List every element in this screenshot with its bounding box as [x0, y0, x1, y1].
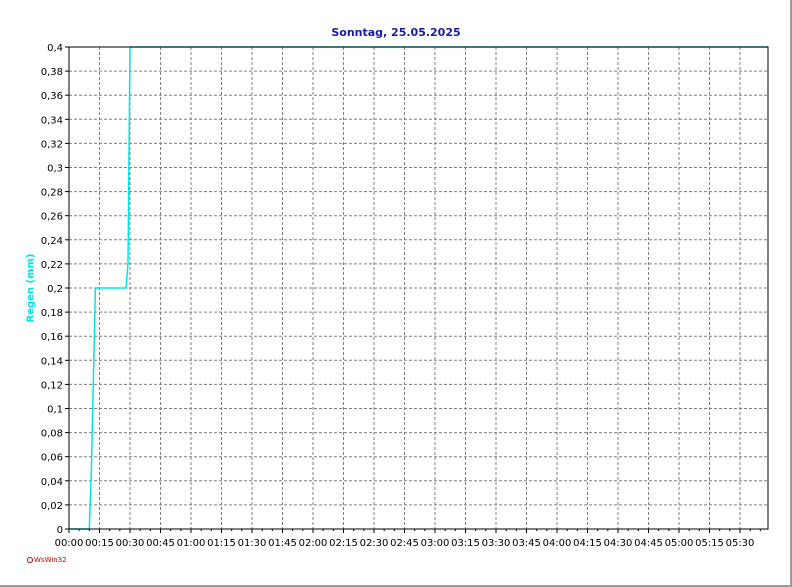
y-tick-label: 0,06 [41, 453, 63, 464]
grid [69, 47, 768, 529]
x-tick-label: 01:00 [177, 538, 206, 549]
x-tick-label: 04:00 [543, 538, 572, 549]
x-tick-label: 01:30 [238, 538, 267, 549]
y-tick-label: 0,22 [41, 260, 63, 271]
y-tick-label: 0,24 [41, 236, 63, 247]
y-tick-label: 0,02 [41, 501, 63, 512]
x-tick-label: 02:15 [329, 538, 358, 549]
x-tick-label: 01:15 [207, 538, 236, 549]
y-tick-label: 0,12 [41, 380, 63, 391]
logo-text: WsWin32 [34, 556, 67, 564]
x-tick-label: 00:45 [146, 538, 175, 549]
x-tick-label: 03:30 [482, 538, 511, 549]
x-tick-label: 00:15 [85, 538, 114, 549]
y-tick-label: 0,2 [47, 284, 63, 295]
x-tick-label: 00:00 [55, 538, 84, 549]
y-tick-label: 0,3 [47, 164, 63, 175]
logo-icon [27, 557, 33, 563]
x-tick-label: 02:00 [299, 538, 328, 549]
y-tick-label: 0,14 [41, 356, 63, 367]
rain-chart: 0 0,02 0,04 0,06 0,08 0,1 0,12 0,14 0,16 0,18 0,2 0… [41, 43, 769, 549]
x-tick-label: 05:15 [695, 538, 724, 549]
y-tick-label: 0,04 [41, 477, 63, 488]
y-tick-label: 0,34 [41, 115, 63, 126]
y-tick-label: 0,36 [41, 91, 63, 102]
y-tick-label: 0,4 [47, 43, 63, 54]
y-tick-label: 0,26 [41, 212, 63, 223]
y-tick-label: 0,32 [41, 139, 63, 150]
x-tick-label: 04:45 [634, 538, 663, 549]
wswin-logo: WsWin32 [27, 556, 67, 564]
x-tick-label: 01:45 [268, 538, 297, 549]
x-tick-label: 05:30 [726, 538, 755, 549]
rain-series-line [69, 46, 768, 530]
x-axis-ticks: 00:00 00:15 00:30 00:45 01:00 01:15 01:30 01:45… [55, 529, 761, 549]
x-tick-label: 04:15 [573, 538, 602, 549]
x-tick-label: 04:30 [604, 538, 633, 549]
x-tick-label: 02:45 [390, 538, 419, 549]
x-tick-label: 02:30 [360, 538, 389, 549]
series-layer [69, 46, 768, 530]
x-tick-label: 03:00 [421, 538, 450, 549]
y-tick-label: 0,16 [41, 332, 63, 343]
x-tick-label: 05:00 [665, 538, 694, 549]
y-axis-ticks: 0 0,02 0,04 0,06 0,08 0,1 0,12 0,14 0,16 0,18 0,2 0… [41, 43, 69, 536]
x-tick-label: 03:15 [451, 538, 480, 549]
y-tick-label: 0,08 [41, 429, 63, 440]
y-tick-label: 0,1 [47, 405, 63, 416]
plot-border [68, 46, 769, 530]
y-tick-label: 0 [57, 525, 63, 536]
y-tick-label: 0,38 [41, 67, 63, 78]
y-tick-label: 0,18 [41, 308, 63, 319]
y-tick-label: 0,28 [41, 188, 63, 199]
x-tick-label: 00:30 [116, 538, 145, 549]
x-tick-label: 03:45 [512, 538, 541, 549]
